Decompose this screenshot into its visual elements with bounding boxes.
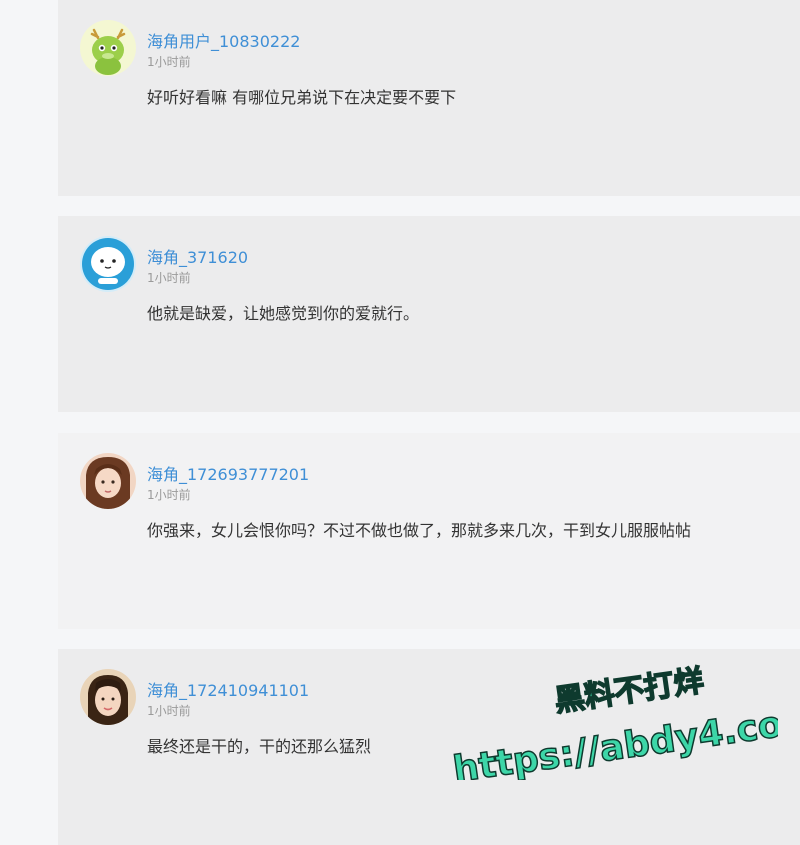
user-avatar-photo-icon[interactable] (80, 453, 136, 509)
timestamp: 1小时前 (147, 271, 191, 285)
user-avatar-dragon-icon[interactable] (80, 20, 136, 76)
timestamp: 1小时前 (147, 488, 191, 502)
user-avatar-photo-icon[interactable] (80, 669, 136, 725)
comment-card: 海角_172410941101 1小时前 最终还是干的，干的还那么猛烈 (58, 649, 800, 845)
timestamp: 1小时前 (147, 55, 191, 69)
comment-card: 海角_172693777201 1小时前 你强来，女儿会恨你吗？不过不做也做了，… (58, 433, 800, 629)
comment-text: 你强来，女儿会恨你吗？不过不做也做了，那就多来几次，干到女儿服服帖帖 (147, 521, 692, 540)
timestamp: 1小时前 (147, 704, 191, 718)
user-avatar-mascot-icon[interactable] (80, 236, 136, 292)
comment-card: 海角用户_10830222 1小时前 好听好看嘛 有哪位兄弟说下在决定要不要下 (58, 0, 800, 196)
username[interactable]: 海角_172693777201 (147, 461, 309, 485)
comment-text: 好听好看嘛 有哪位兄弟说下在决定要不要下 (147, 88, 457, 107)
comment-text: 他就是缺爱，让她感觉到你的爱就行。 (147, 304, 420, 323)
comment-card: 海角_371620 1小时前 他就是缺爱，让她感觉到你的爱就行。 (58, 216, 800, 412)
username[interactable]: 海角_172410941101 (147, 677, 309, 701)
username[interactable]: 海角_371620 (147, 244, 248, 268)
username[interactable]: 海角用户_10830222 (147, 28, 300, 52)
comment-text: 最终还是干的，干的还那么猛烈 (147, 737, 372, 756)
